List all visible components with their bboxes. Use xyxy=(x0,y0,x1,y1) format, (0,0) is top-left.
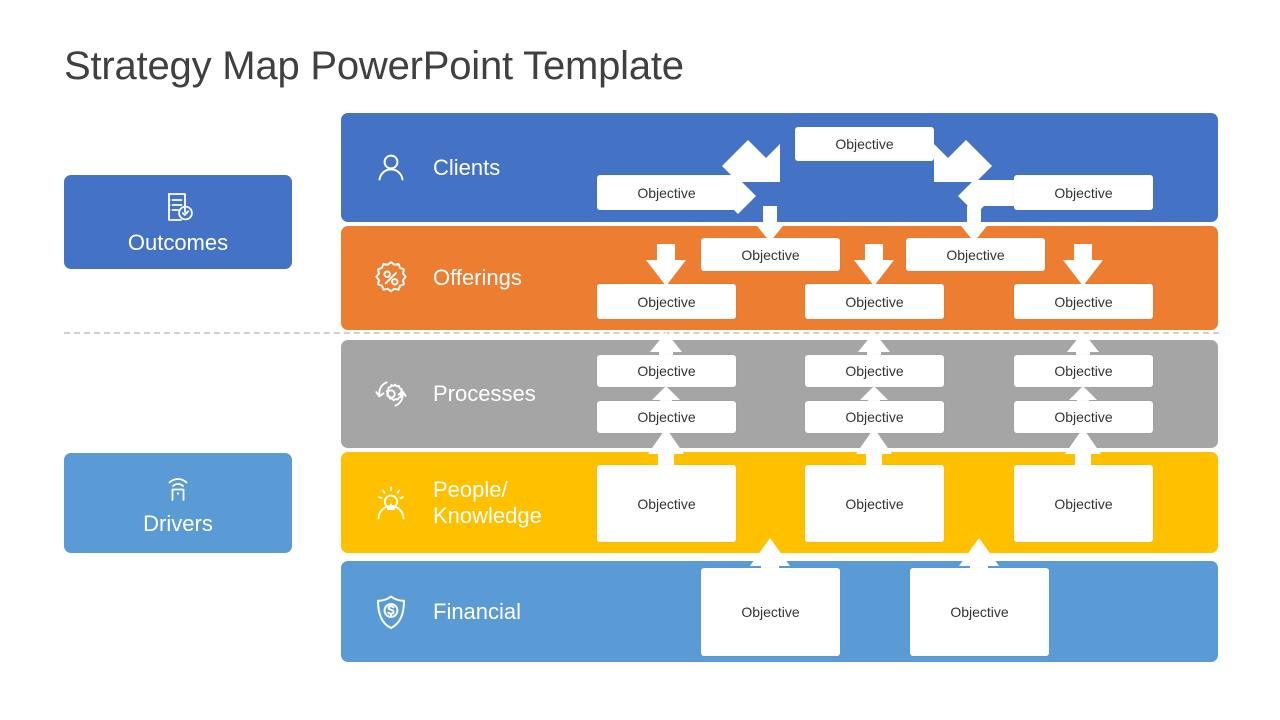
checklist-check-icon xyxy=(161,187,195,227)
person-icon xyxy=(369,146,413,190)
objective-box[interactable]: Objective xyxy=(805,465,944,542)
band-head-financial: Financial xyxy=(369,561,521,662)
category-label-outcomes: Outcomes xyxy=(127,230,229,255)
objective-box[interactable]: Objective xyxy=(597,465,736,542)
objective-box[interactable]: Objective xyxy=(910,568,1049,656)
signal-broadcast-icon xyxy=(161,468,195,508)
category-card-outcomes[interactable]: Outcomes xyxy=(64,175,292,269)
objective-box[interactable]: Objective xyxy=(795,127,934,161)
objective-box[interactable]: Objective xyxy=(805,355,944,387)
band-label-offerings: Offerings xyxy=(433,265,522,290)
page-title: Strategy Map PowerPoint Template xyxy=(64,44,684,88)
percent-badge-icon xyxy=(369,256,413,300)
objective-box[interactable]: Objective xyxy=(1014,465,1153,542)
objective-box[interactable]: Objective xyxy=(805,284,944,319)
band-head-people: People/ Knowledge xyxy=(369,452,542,553)
band-head-offerings: Offerings xyxy=(369,226,522,330)
category-card-drivers[interactable]: Drivers xyxy=(64,453,292,553)
objective-box[interactable]: Objective xyxy=(906,238,1045,271)
objective-box[interactable]: Objective xyxy=(597,175,736,210)
gear-cycle-icon xyxy=(369,372,413,416)
objective-box[interactable]: Objective xyxy=(597,284,736,319)
band-head-clients: Clients xyxy=(369,113,500,222)
objective-box[interactable]: Objective xyxy=(597,355,736,387)
lightbulb-person-icon xyxy=(369,481,413,525)
objective-box[interactable]: Objective xyxy=(1014,284,1153,319)
band-label-clients: Clients xyxy=(433,154,501,180)
objective-box[interactable]: Objective xyxy=(1014,401,1153,433)
shield-dollar-icon xyxy=(369,590,413,634)
band-label-processes: Processes xyxy=(433,381,536,406)
objective-box[interactable]: Objective xyxy=(805,401,944,433)
objective-box[interactable]: Objective xyxy=(701,568,840,656)
band-head-processes: Processes xyxy=(369,340,536,448)
band-label-financial: Financial xyxy=(433,598,522,624)
band-label-people: People/ Knowledge xyxy=(433,476,542,528)
objective-box[interactable]: Objective xyxy=(1014,355,1153,387)
objective-box[interactable]: Objective xyxy=(597,401,736,433)
objective-box[interactable]: Objective xyxy=(1014,175,1153,210)
section-divider xyxy=(64,332,1219,334)
category-label-drivers: Drivers xyxy=(143,511,213,536)
objective-box[interactable]: Objective xyxy=(701,238,840,271)
